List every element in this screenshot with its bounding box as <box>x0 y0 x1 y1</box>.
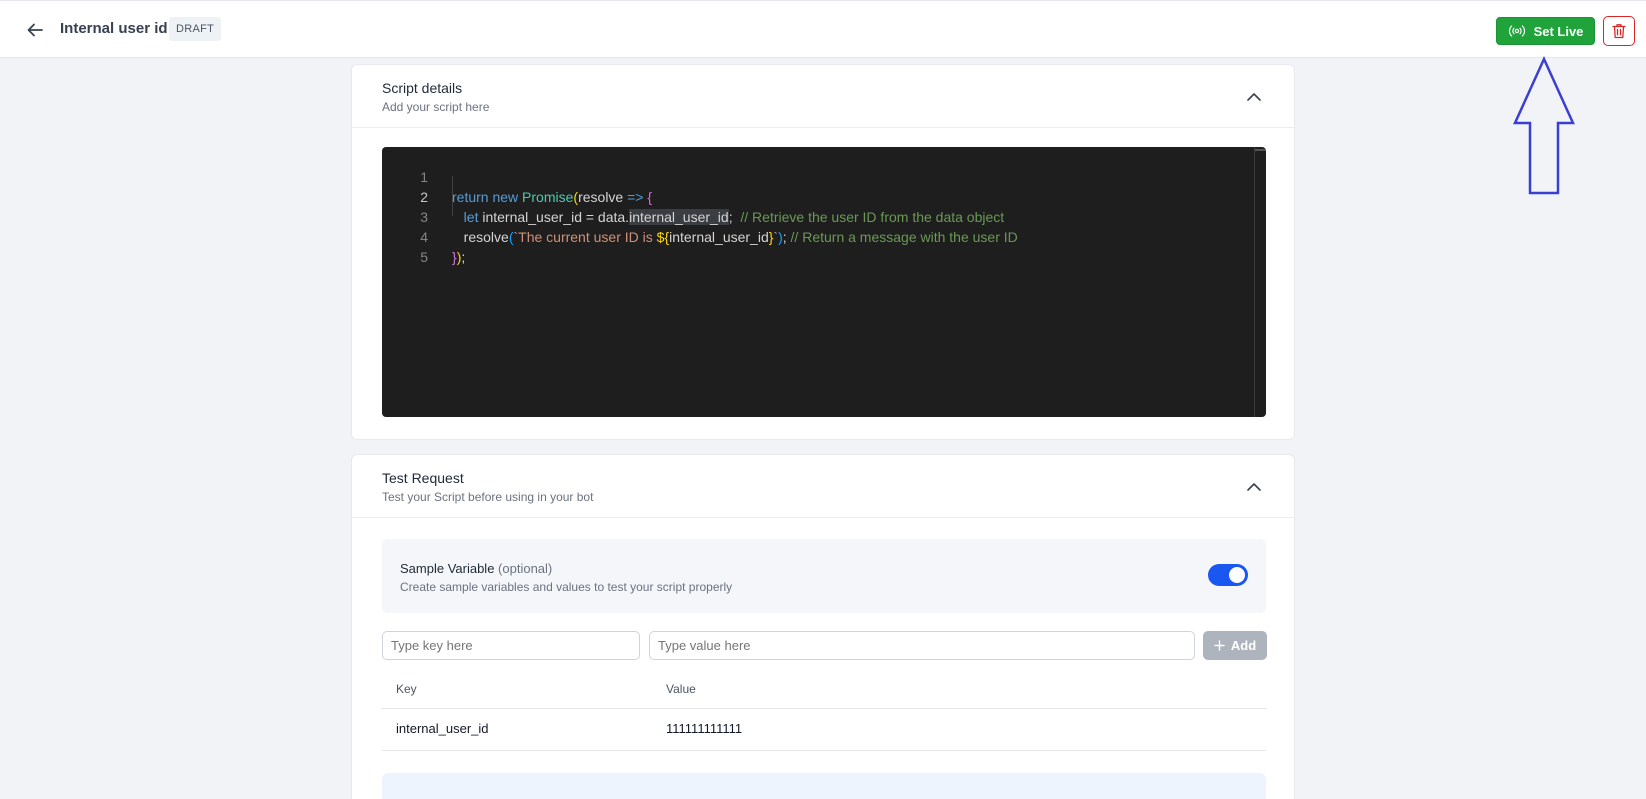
broadcast-icon <box>1508 25 1525 37</box>
value-input[interactable] <box>649 631 1195 660</box>
chevron-up-icon[interactable] <box>1244 477 1264 497</box>
plus-icon <box>1214 640 1225 651</box>
set-live-button[interactable]: Set Live <box>1496 17 1595 45</box>
code-editor[interactable]: 1 return new Promise(resolve => { 2 let … <box>382 147 1266 417</box>
column-header-key: Key <box>396 682 417 696</box>
key-input[interactable] <box>382 631 640 660</box>
code-text: }); <box>452 249 466 265</box>
card-title: Test Request <box>382 470 464 486</box>
table-header: Key Value <box>382 669 1266 709</box>
row-value: 111111111111 <box>666 721 743 736</box>
set-live-label: Set Live <box>1533 23 1584 39</box>
sample-variable-description: Create sample variables and values to te… <box>400 580 733 594</box>
code-line: 4 }); <box>382 207 1242 265</box>
test-request-card: Test Request Test your Script before usi… <box>351 454 1295 799</box>
sample-variable-toggle[interactable] <box>1208 564 1248 586</box>
code-line: 3 resolve(`The current user ID is ${inte… <box>382 187 1242 245</box>
test-request-header[interactable]: Test Request Test your Script before usi… <box>352 455 1294 518</box>
toggle-knob <box>1229 567 1245 583</box>
annotation-arrow-icon <box>1513 56 1575 195</box>
code-line: 2 let internal_user_id = data.internal_u… <box>382 167 1242 225</box>
card-subtitle: Add your script here <box>382 100 490 114</box>
trash-icon <box>1612 24 1626 39</box>
variables-table: Key Value internal_user_id 111111111111 <box>382 669 1266 751</box>
column-header-value: Value <box>666 682 696 696</box>
top-bar: Internal user id DRAFT Set Live <box>0 0 1646 58</box>
script-details-card: Script details Add your script here 1 re… <box>351 64 1295 440</box>
status-badge: DRAFT <box>169 17 222 41</box>
sample-variable-panel: Sample Variable (optional) Create sample… <box>382 539 1266 613</box>
add-button[interactable]: Add <box>1203 631 1267 660</box>
chevron-up-icon[interactable] <box>1244 87 1264 107</box>
code-line: 5 <box>382 227 1242 265</box>
editor-scrollbar[interactable] <box>1254 147 1266 417</box>
result-panel <box>382 773 1266 799</box>
sample-variable-title: Sample Variable (optional) <box>400 561 552 576</box>
table-row[interactable]: internal_user_id 111111111111 <box>382 709 1266 751</box>
card-title: Script details <box>382 80 463 96</box>
script-details-header[interactable]: Script details Add your script here <box>352 65 1294 128</box>
optional-label: (optional) <box>498 561 553 576</box>
add-label: Add <box>1230 638 1257 653</box>
card-subtitle: Test your Script before using in your bo… <box>382 490 594 504</box>
line-number: 5 <box>420 249 428 265</box>
back-button[interactable] <box>24 19 46 41</box>
sample-variable-label: Sample Variable <box>400 561 495 576</box>
delete-button[interactable] <box>1603 16 1635 46</box>
arrow-left-icon <box>27 23 43 37</box>
code-line: 1 return new Promise(resolve => { <box>382 147 1242 205</box>
row-key: internal_user_id <box>396 721 489 736</box>
page-title: Internal user id <box>60 20 168 37</box>
